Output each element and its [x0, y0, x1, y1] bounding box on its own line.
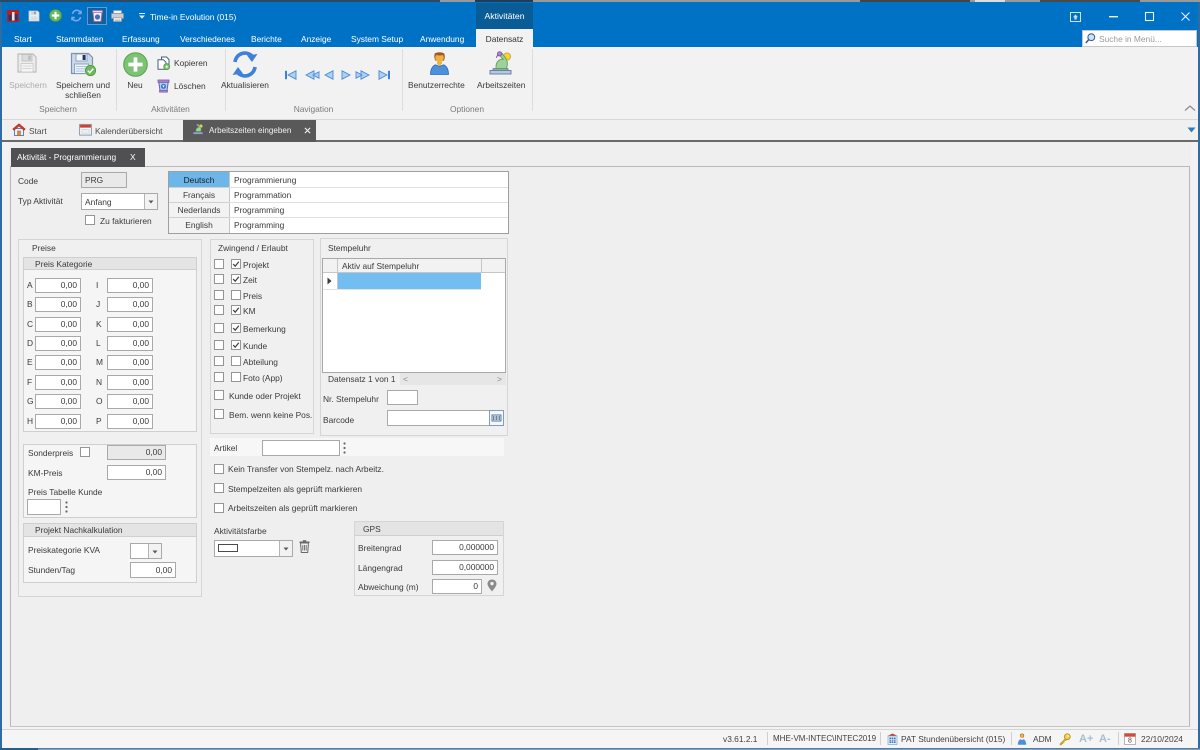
svg-text:8: 8: [1128, 738, 1132, 745]
